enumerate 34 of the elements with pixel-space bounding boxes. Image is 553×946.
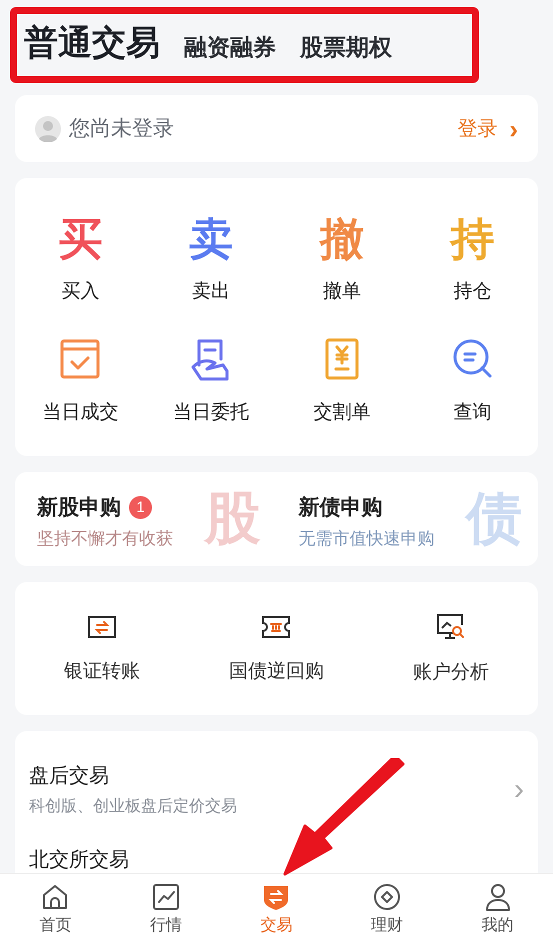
tool-item[interactable]: 当日委托 — [146, 336, 276, 427]
quick-action[interactable]: 卖 卖出 — [146, 214, 276, 306]
calendar-check-icon — [58, 336, 102, 380]
tool-item[interactable]: 当日成交 — [15, 336, 146, 427]
nav-tab[interactable]: 我的 — [442, 874, 553, 946]
login-status: 您尚未登录 — [69, 116, 174, 142]
subscription-title[interactable]: 新债申购 — [298, 492, 382, 524]
diamond-coin-icon — [372, 882, 402, 912]
list-subtitle: 科创版、创业板盘后定价交易 — [29, 796, 237, 817]
quick-action[interactable]: 撤 撤单 — [276, 214, 408, 306]
tab[interactable]: 股票期权 — [300, 22, 392, 65]
nav-tab[interactable]: 行情 — [110, 874, 222, 946]
quick-action[interactable]: 买 买入 — [15, 214, 146, 306]
nav-tab[interactable]: 首页 — [0, 874, 111, 946]
nav-tab[interactable]: 理财 — [332, 874, 442, 946]
subscription-subtitle: 坚持不懈才有收获 — [37, 528, 174, 550]
bank-ticket-icon — [261, 614, 292, 640]
count-badge: 1 — [129, 496, 152, 520]
list-title[interactable]: 北交所交易 — [29, 845, 129, 873]
service-item[interactable]: 账户分析 — [364, 609, 538, 688]
chart-icon — [150, 882, 181, 912]
tab[interactable]: 融资融券 — [184, 22, 276, 65]
tool-item[interactable]: 查询 — [407, 336, 538, 427]
subscription-title[interactable]: 新股申购 — [37, 492, 121, 524]
transfer-card-icon — [87, 614, 118, 640]
subscription-subtitle: 无需市值快速申购 — [298, 528, 436, 550]
monitor-search-icon — [436, 613, 466, 642]
avatar-icon — [35, 116, 61, 142]
service-item[interactable]: 银证转账 — [15, 610, 190, 687]
service-item[interactable]: 国债逆回购 — [189, 610, 364, 687]
list-title[interactable]: 盘后交易 — [29, 761, 237, 791]
tab[interactable]: 普通交易 — [24, 18, 160, 69]
tool-item[interactable]: 交割单 — [276, 336, 408, 427]
quick-action[interactable]: 持 持仓 — [407, 214, 538, 306]
